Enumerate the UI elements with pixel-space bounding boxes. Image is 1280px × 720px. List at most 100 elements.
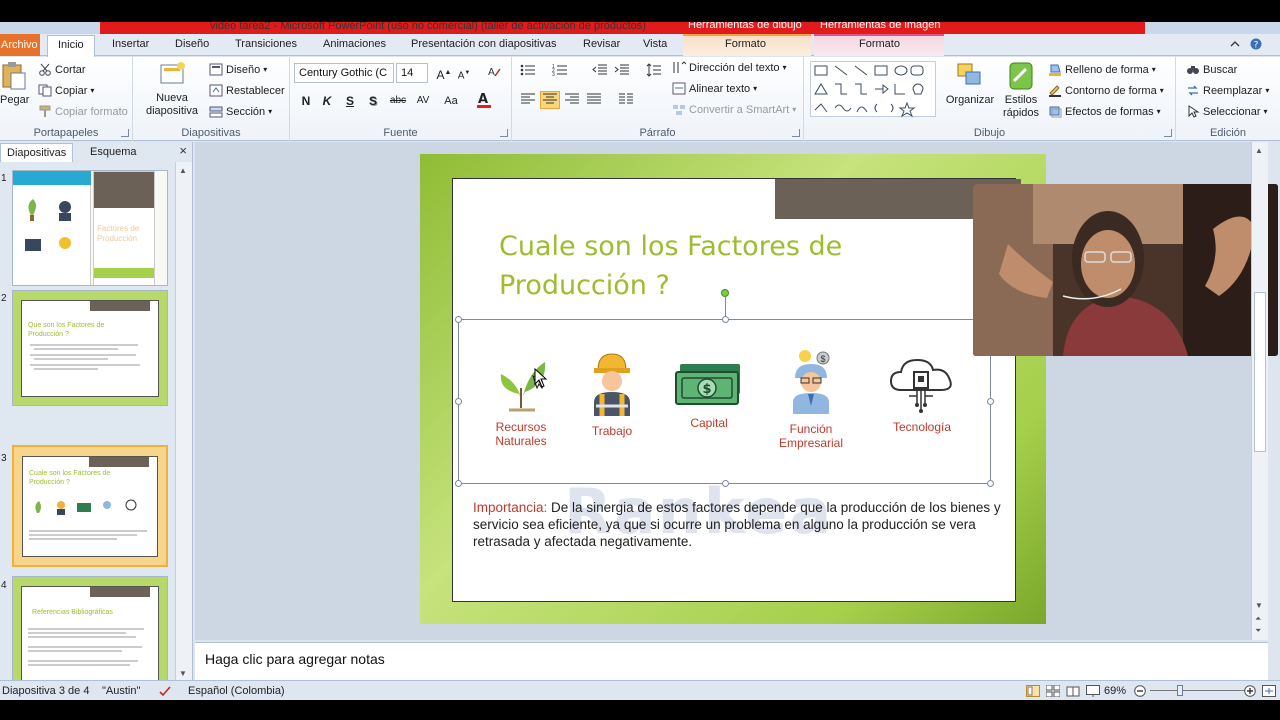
tab-review[interactable]: Revisar <box>583 38 620 50</box>
help-icon[interactable]: ? <box>1250 38 1262 53</box>
notes-placeholder[interactable]: Haga clic para agregar notas <box>205 651 385 667</box>
importance-paragraph[interactable]: Importancia: De la sinergia de estos fac… <box>473 499 1003 550</box>
normal-view-icon[interactable] <box>1026 685 1040 700</box>
zoom-slider-track[interactable] <box>1150 690 1245 691</box>
columns-icon[interactable] <box>616 92 636 110</box>
sorter-view-icon[interactable] <box>1045 684 1061 700</box>
strikethrough-button[interactable]: abc <box>386 92 410 110</box>
align-center-icon[interactable] <box>540 91 560 109</box>
paragraph-launcher[interactable] <box>792 129 800 137</box>
resize-handle-n[interactable] <box>722 316 729 323</box>
tab-insert[interactable]: Insertar <box>112 38 149 50</box>
quick-styles-button[interactable]: Estilos rápidos <box>1000 61 1042 120</box>
tab-slides-panel[interactable]: Diapositivas <box>0 143 74 162</box>
scroll-down-icon[interactable]: ▼ <box>179 669 187 678</box>
shape-fill-button[interactable]: Relleno de forma ▾ <box>1048 63 1156 76</box>
layout-button[interactable]: Diseño ▾ <box>209 63 267 76</box>
align-text-button[interactable]: Alinear texto ▾ <box>672 82 757 95</box>
zoom-out-icon[interactable] <box>1134 685 1146 700</box>
convert-smartart-button[interactable]: Convertir a SmartArt ▾ <box>672 103 796 116</box>
editor-scrollbar[interactable]: ▲ ▼ ⏶ ⏷ <box>1251 142 1268 640</box>
zoom-level[interactable]: 69% <box>1104 685 1126 697</box>
tab-home[interactable]: Inicio <box>47 35 95 57</box>
underline-button[interactable]: S <box>340 92 360 110</box>
resize-handle-s[interactable] <box>722 480 729 487</box>
section-button[interactable]: Sección ▾ <box>209 105 272 118</box>
editor-scroll-thumb[interactable] <box>1254 292 1266 452</box>
arrange-button[interactable]: Organizar <box>942 61 998 106</box>
shrink-font-button[interactable]: A▼ <box>454 64 474 82</box>
notes-pane[interactable]: Haga clic para agregar notas <box>195 642 1268 680</box>
shapes-gallery[interactable] <box>810 61 936 118</box>
resize-handle-w[interactable] <box>455 398 462 405</box>
next-slide-icon[interactable]: ⏷ <box>1255 626 1261 636</box>
rotation-handle[interactable] <box>721 289 729 297</box>
format-painter-button[interactable]: Copiar formato <box>38 105 128 118</box>
spellcheck-icon[interactable] <box>158 685 172 700</box>
clear-format-icon[interactable]: A <box>484 64 504 82</box>
font-size-box[interactable]: 14 <box>396 63 428 83</box>
line-spacing-icon[interactable] <box>644 63 664 81</box>
text-direction-button[interactable]: Dirección del texto ▾ <box>672 61 787 74</box>
slideshow-view-icon[interactable] <box>1086 685 1100 700</box>
resize-handle-se[interactable] <box>987 480 994 487</box>
grow-font-button[interactable]: A▲ <box>434 64 454 82</box>
slide-thumbnail-4[interactable]: Referencias Bibliográficas <box>12 576 168 692</box>
resize-handle-nw[interactable] <box>455 316 462 323</box>
close-panel-icon[interactable]: × <box>179 143 187 158</box>
slide-thumbnail-3[interactable]: Cuale son los Factores de Producción ? <box>12 445 168 567</box>
font-name-box[interactable]: Century Gothic (C <box>294 63 394 83</box>
find-button[interactable]: Buscar <box>1186 63 1237 76</box>
decrease-indent-icon[interactable] <box>590 63 610 81</box>
shape-effects-button[interactable]: Efectos de formas ▾ <box>1048 105 1161 118</box>
slides-scrollbar[interactable]: ▲ ▼ <box>175 162 192 680</box>
tab-file[interactable]: Archivo <box>0 34 40 56</box>
align-right-icon[interactable] <box>562 92 582 110</box>
paste-button[interactable]: Pegar <box>0 61 29 106</box>
tab-transitions[interactable]: Transiciones <box>235 38 297 50</box>
numbering-icon[interactable]: 123 <box>550 63 570 81</box>
slide-thumbnail-2[interactable]: Que son los Factores de Producción ? <box>12 290 168 406</box>
resize-handle-e[interactable] <box>987 398 994 405</box>
current-slide[interactable]: Cuale son los Factores de Producción ? R… <box>420 154 1046 624</box>
tab-slideshow[interactable]: Presentación con diapositivas <box>411 38 557 50</box>
bullets-icon[interactable] <box>518 63 538 81</box>
image-selection-box[interactable]: Rankea Recursos Naturales Trabajo $ Capi… <box>455 316 994 548</box>
font-color-button[interactable]: A <box>474 91 494 109</box>
zoom-slider-knob[interactable] <box>1177 685 1183 696</box>
shadow-button[interactable]: S <box>363 92 383 110</box>
reading-view-icon[interactable] <box>1066 685 1080 700</box>
editor-scroll-up-icon[interactable]: ▲ <box>1255 146 1263 155</box>
editor-scroll-down-icon[interactable]: ▼ <box>1255 601 1263 610</box>
tab-animations[interactable]: Animaciones <box>323 38 386 50</box>
tab-image-format[interactable]: Formato <box>859 38 900 50</box>
drawing-launcher[interactable] <box>1164 129 1172 137</box>
bold-button[interactable]: N <box>296 92 316 110</box>
justify-icon[interactable] <box>584 92 604 110</box>
resize-handle-sw[interactable] <box>455 480 462 487</box>
status-language[interactable]: Español (Colombia) <box>188 685 285 697</box>
slide-title[interactable]: Cuale son los Factores de Producción ? <box>499 227 939 305</box>
replace-button[interactable]: Reemplazar ▾ <box>1186 84 1269 97</box>
increase-indent-icon[interactable] <box>612 63 632 81</box>
char-spacing-button[interactable]: AV <box>412 92 434 110</box>
reset-button[interactable]: Restablecer <box>209 84 285 97</box>
change-case-button[interactable]: Aa <box>440 92 462 110</box>
tab-view[interactable]: Vista <box>643 38 667 50</box>
clipboard-launcher[interactable] <box>121 129 129 137</box>
fit-to-window-icon[interactable] <box>1262 685 1276 700</box>
cut-button[interactable]: Cortar <box>38 63 86 76</box>
collapse-ribbon-icon[interactable] <box>1230 38 1240 52</box>
select-button[interactable]: Seleccionar ▾ <box>1186 105 1268 118</box>
font-launcher[interactable] <box>500 129 508 137</box>
italic-button[interactable]: K <box>317 92 337 110</box>
prev-slide-icon[interactable]: ⏶ <box>1255 614 1261 624</box>
zoom-in-icon[interactable] <box>1244 685 1256 700</box>
tab-design[interactable]: Diseño <box>175 38 209 50</box>
scroll-up-icon[interactable]: ▲ <box>179 166 187 175</box>
tab-outline-panel[interactable]: Esquema <box>84 143 142 162</box>
slide-thumbnail-1[interactable]: Factores de Producción <box>12 170 168 286</box>
copy-button[interactable]: Copiar ▾ <box>38 84 94 97</box>
new-slide-button[interactable]: Nueva diapositiva <box>139 61 205 118</box>
shape-outline-button[interactable]: Contorno de forma ▾ <box>1048 84 1164 97</box>
